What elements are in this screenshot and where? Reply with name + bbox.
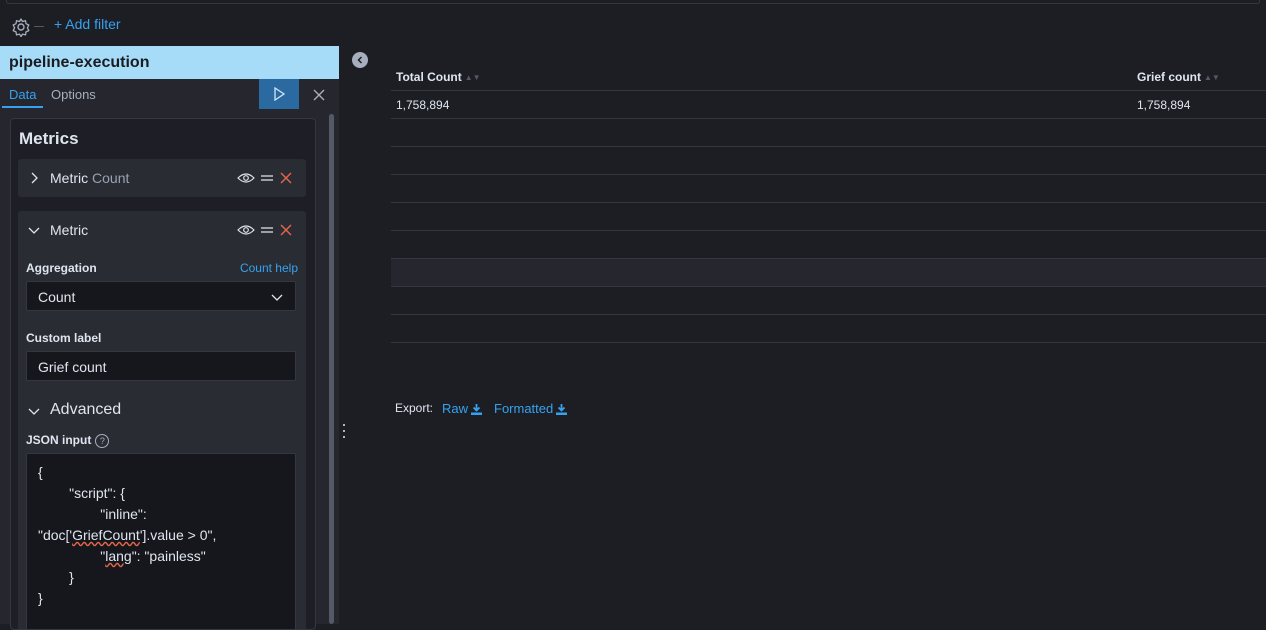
row-divider [391,286,1266,287]
export-formatted-link[interactable]: Formatted [494,401,568,416]
column-header-total-count[interactable]: Total Count ▲▼ [396,70,481,84]
json-input-label: JSON input? [26,433,110,448]
download-icon [556,404,568,416]
sidebar-tabs: Data Options [0,79,339,111]
export-label: Export: [395,401,434,415]
play-icon [274,87,285,101]
json-line: { [38,464,43,480]
chevron-left-icon [357,56,363,64]
help-icon[interactable]: ? [95,433,110,448]
divider [34,26,44,27]
metric-count-row[interactable]: Metric Count [18,159,306,197]
eye-icon[interactable] [237,172,255,184]
json-fragment: ": "painless" [131,548,206,564]
drag-handle-icon[interactable] [260,174,274,182]
column-header-text: Grief count [1137,70,1202,84]
metric-label-text: Metric [50,170,89,186]
chevron-right-icon[interactable] [28,172,40,184]
row-divider [391,146,1266,147]
table-cell: 1,758,894 [1137,98,1191,112]
json-fragment: '].value > 0", [139,527,217,543]
download-icon [471,404,483,416]
sort-icon[interactable]: ▲▼ [465,73,481,82]
row-divider [391,202,1266,203]
json-line: "inline": [38,506,147,522]
remove-icon[interactable] [280,224,292,236]
metric-grief-row: Metric Aggregation Count help Count Cust… [18,211,306,629]
editor-sidebar: pipeline-execution Data Options Metrics … [0,46,339,630]
metric-count-label: Metric Count [50,170,129,186]
gear-icon[interactable] [11,17,31,37]
table-cell: 1,758,894 [396,98,450,112]
json-line: } [38,590,43,606]
column-header-text: Total Count [396,70,462,84]
visualization-area [376,46,1266,624]
column-header-grief-count[interactable]: Grief count ▲▼ [1137,70,1220,84]
count-help-link[interactable]: Count help [240,261,298,275]
export-formatted-text: Formatted [494,401,554,416]
collapse-sidebar-button[interactable] [352,52,368,68]
row-divider [391,258,1266,259]
json-fragment: " [38,548,106,564]
chevron-down-icon[interactable] [28,405,40,417]
custom-label-label: Custom label [26,331,102,345]
json-fragment-misspelled: lang [105,548,132,564]
sort-icon[interactable]: ▲▼ [1204,73,1220,82]
sidebar-scrollbar[interactable] [329,114,334,624]
chevron-down-icon [271,294,283,301]
chevron-down-icon[interactable] [28,224,40,236]
apply-changes-button[interactable] [259,79,299,109]
close-button[interactable] [309,85,329,105]
advanced-toggle[interactable]: Advanced [50,401,121,419]
close-icon [313,89,325,101]
metrics-heading: Metrics [19,129,79,148]
row-divider [391,342,1266,343]
aggregation-select[interactable]: Count [26,281,296,311]
json-line: } [38,569,74,585]
tab-active-indicator [2,106,43,108]
json-fragment-misspelled: GriefCount [72,527,140,543]
metric-label-text: Metric [50,222,89,238]
tab-data[interactable]: Data [9,87,36,102]
export-raw-link[interactable]: Raw [442,401,483,416]
json-input-textarea[interactable]: { "script": { "inline": "doc['GriefCount… [26,453,296,629]
row-divider [391,230,1266,231]
tab-options[interactable]: Options [51,87,96,102]
remove-icon[interactable] [280,172,292,184]
add-filter-link[interactable]: + Add filter [54,16,121,32]
query-bar-edge [6,0,1260,4]
eye-icon[interactable] [237,224,255,236]
table-row-hover [391,258,1266,286]
custom-label-input[interactable]: Grief count [26,351,296,381]
metric-type-text: Count [92,170,130,186]
json-fragment: "doc[' [38,527,73,543]
row-divider [391,118,1266,119]
row-divider [391,314,1266,315]
resize-handle-icon[interactable] [343,424,345,438]
json-input-label-text: JSON input [26,433,92,447]
filter-bar: + Add filter [0,0,1266,46]
row-divider [391,90,1266,91]
index-pattern-title: pipeline-execution [0,46,339,79]
aggregation-value: Count [38,289,76,305]
export-raw-text: Raw [442,401,469,416]
metrics-panel: Metrics Metric Count Metric Aggregation … [10,118,316,630]
json-line: "script": { [38,485,125,501]
row-divider [391,174,1266,175]
aggregation-label: Aggregation [26,261,97,275]
drag-handle-icon[interactable] [260,226,274,234]
